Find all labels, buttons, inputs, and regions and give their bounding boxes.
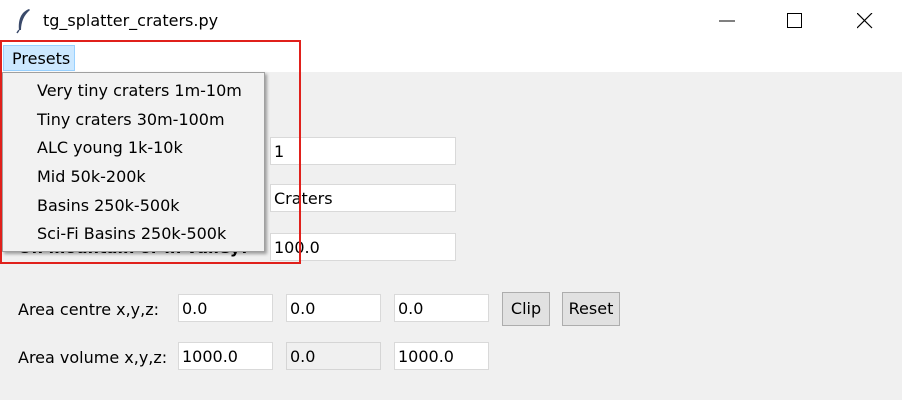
type-input[interactable]: Craters [270, 184, 456, 212]
count-input[interactable]: 1 [270, 137, 456, 165]
feather-icon [14, 8, 34, 34]
area-volume-label: Area volume x,y,z: [18, 348, 168, 367]
reset-button[interactable]: Reset [562, 292, 620, 326]
minimize-button[interactable] [704, 0, 750, 42]
clip-button[interactable]: Clip [502, 292, 550, 326]
preset-item[interactable]: Very tiny craters 1m-10m [37, 81, 242, 107]
preset-item[interactable]: Tiny craters 30m-100m [37, 110, 225, 136]
area-volume-y-input: 0.0 [286, 342, 381, 370]
title-bar: tg_splatter_craters.py [0, 0, 902, 42]
area-centre-y-input[interactable]: 0.0 [286, 294, 381, 322]
maximize-button[interactable] [772, 0, 818, 42]
preset-item[interactable]: Sci-Fi Basins 250k-500k [37, 224, 226, 250]
area-volume-z-input[interactable]: 1000.0 [394, 342, 489, 370]
window-title: tg_splatter_craters.py [43, 11, 219, 30]
area-volume-x-input[interactable]: 1000.0 [178, 342, 273, 370]
presets-menu-label: Presets [12, 49, 71, 68]
area-centre-x-input[interactable]: 0.0 [178, 294, 273, 322]
area-centre-label: Area centre x,y,z: [18, 300, 160, 319]
presets-menu[interactable]: Presets [3, 45, 75, 71]
presets-dropdown: Very tiny craters 1m-10m Tiny craters 30… [2, 72, 265, 252]
menu-bar: Presets [0, 42, 902, 72]
minimize-icon [719, 20, 735, 22]
preset-item[interactable]: ALC young 1k-10k [37, 138, 183, 164]
preset-item[interactable]: Mid 50k-200k [37, 167, 146, 193]
size-input[interactable]: 100.0 [270, 233, 456, 261]
close-button[interactable] [842, 0, 888, 42]
close-icon [857, 13, 873, 29]
preset-item[interactable]: Basins 250k-500k [37, 196, 180, 222]
maximize-icon [787, 13, 802, 28]
area-centre-z-input[interactable]: 0.0 [394, 294, 489, 322]
